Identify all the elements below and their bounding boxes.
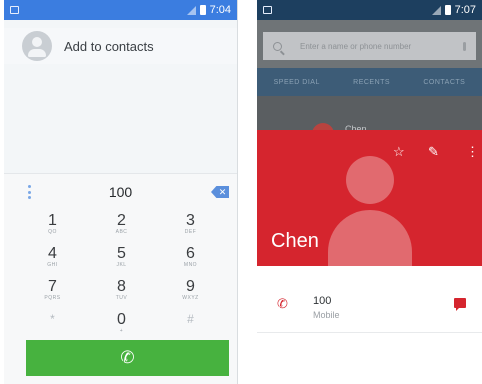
star-icon[interactable]: ☆ [393, 144, 405, 160]
key-1[interactable]: 1 QO [18, 212, 87, 238]
backspace-icon[interactable]: ✕ [211, 186, 229, 198]
battery-icon [444, 5, 451, 15]
search-icon [273, 41, 282, 51]
keypad: 1 QO 2 ABC 3 DEF 4 GHI 5 JKL 6 MNO 7 PQRS 8 TUV … [18, 212, 225, 337]
dialed-digits: 100 [108, 184, 133, 200]
image-notification-icon [10, 6, 19, 14]
contact-avatar-body [328, 210, 412, 266]
status-bar: 7:04 [4, 0, 237, 20]
avatar-placeholder-icon [22, 31, 52, 61]
signal-icon [186, 5, 196, 15]
contact-name: Chen [271, 230, 319, 252]
contact-card: ☆ ✎ ⋮ Chen ✆ 100 Mobile [257, 130, 482, 384]
add-to-contacts-row[interactable]: Add to contacts [4, 28, 237, 64]
status-time: 7:07 [454, 4, 476, 16]
status-time: 7:04 [209, 4, 231, 16]
signal-icon [431, 5, 441, 15]
add-to-contacts-label: Add to contacts [64, 38, 154, 54]
phone-icon: ✆ [277, 296, 288, 311]
overflow-menu-icon[interactable] [463, 41, 466, 51]
key-star[interactable]: * [18, 311, 87, 337]
key-4[interactable]: 4 GHI [18, 245, 87, 271]
dialer-tabs: SPEED DIAL RECENTS CONTACTS [257, 68, 482, 96]
tab-speed-dial[interactable]: SPEED DIAL [274, 79, 320, 86]
image-notification-icon [263, 6, 272, 14]
contact-list-item[interactable]: Chen [257, 96, 482, 137]
key-hash[interactable]: # [156, 311, 225, 337]
phone-type: Mobile [313, 310, 340, 320]
key-6[interactable]: 6 MNO [156, 245, 225, 271]
message-icon[interactable] [454, 298, 466, 311]
divider [257, 332, 482, 333]
more-vert-icon[interactable]: ⋮ [466, 144, 479, 160]
key-3[interactable]: 3 DEF [156, 212, 225, 238]
key-8[interactable]: 8 TUV [87, 278, 156, 304]
dialpad: 100 ✕ 1 QO 2 ABC 3 DEF 4 GHI 5 JKL 6 MNO 7 PQRS… [4, 173, 237, 384]
key-2[interactable]: 2 ABC [87, 212, 156, 238]
edit-pencil-icon[interactable]: ✎ [428, 144, 439, 160]
search-placeholder: Enter a name or phone number [300, 41, 412, 51]
key-9[interactable]: 9 WXYZ [156, 278, 225, 304]
phone-number: 100 [313, 295, 332, 307]
battery-icon [199, 5, 206, 15]
search-bar[interactable]: Enter a name or phone number [263, 32, 476, 60]
key-0[interactable]: 0 + [87, 311, 156, 337]
overflow-menu-icon[interactable] [27, 185, 31, 199]
tab-recents[interactable]: RECENTS [353, 79, 390, 86]
call-button[interactable]: ✆ [26, 340, 229, 376]
digits-display-row: 100 ✕ [4, 181, 237, 203]
contact-screen: 7:07 Enter a name or phone number SPEED … [257, 0, 482, 384]
key-5[interactable]: 5 JKL [87, 245, 156, 271]
tab-contacts[interactable]: CONTACTS [423, 79, 465, 86]
phone-icon: ✆ [120, 348, 135, 367]
phone-number-row[interactable]: ✆ 100 Mobile [257, 280, 482, 332]
dialer-screen: 7:04 Add to contacts 100 ✕ 1 QO 2 ABC 3 DEF… [4, 0, 238, 384]
status-bar: 7:07 [257, 0, 482, 20]
contact-header: ☆ ✎ ⋮ Chen [257, 130, 482, 266]
contact-avatar-icon [346, 156, 394, 204]
key-7[interactable]: 7 PQRS [18, 278, 87, 304]
